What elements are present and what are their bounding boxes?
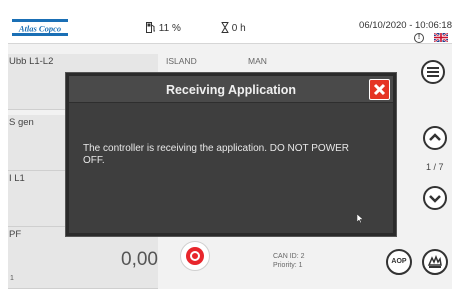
menu-icon [427,67,439,77]
uk-flag-icon[interactable] [434,33,448,42]
alarm-icon[interactable]: ! [414,33,424,43]
status-strip: ISLAND MAN [160,46,390,66]
manual-hand-button[interactable] [422,249,448,275]
running-hours: 0 h [221,22,246,34]
close-icon [373,83,386,96]
fuel-level: 11 % [146,22,181,34]
hourglass-icon [221,22,229,33]
page-down-button[interactable] [423,186,447,210]
dialog-title-bar: Receiving Application [69,76,393,103]
page-indicator: 1 / 7 [426,162,444,172]
power-button[interactable] [180,241,210,271]
svg-text:Atlas Copco: Atlas Copco [18,24,61,34]
dialog-title: Receiving Application [165,83,297,97]
aop-button[interactable]: AOP [386,249,412,275]
panel-label: I L1 [9,173,25,184]
power-button-icon [186,247,204,265]
mode-manual: MAN [248,56,267,66]
panel-power-factor[interactable]: PF 0,00 1 [8,227,158,289]
aop-label: AOP [391,258,407,265]
mouse-cursor-icon [357,214,364,223]
running-hours-value: 0 h [231,23,246,34]
date-time: 06/10/2020 - 10:06:18 [359,20,452,31]
chevron-up-icon [429,133,441,141]
power-factor-sub: 1 [10,275,14,282]
chevron-down-icon [429,195,441,203]
can-priority: Priority: 1 [273,262,303,269]
fuel-pump-icon [146,22,155,33]
power-ring [190,251,200,261]
controller-screen: Atlas Copco 11 % 0 h 06/10/2020 - 10:06:… [8,8,452,289]
menu-button[interactable] [421,60,445,84]
power-factor-value: 0,00 [121,249,158,270]
panel-label: S gen [9,117,34,128]
receiving-application-dialog: Receiving Application The controller is … [66,73,396,236]
can-id: CAN ID: 2 [273,253,305,260]
header-bar: Atlas Copco 11 % 0 h 06/10/2020 - 10:06:… [8,8,452,44]
dialog-message: The controller is receiving the applicat… [83,143,350,166]
page-up-button[interactable] [423,126,447,150]
atlas-copco-logo: Atlas Copco [12,19,68,36]
close-button[interactable] [369,79,390,100]
mode-island: ISLAND [166,56,197,66]
panel-label: PF [9,229,22,240]
can-info: CAN ID: 2 Priority: 1 [273,252,305,270]
panel-label: Ubb L1-L2 [9,56,54,67]
fuel-level-value: 11 % [158,23,181,34]
manual-hand-icon [427,254,442,268]
